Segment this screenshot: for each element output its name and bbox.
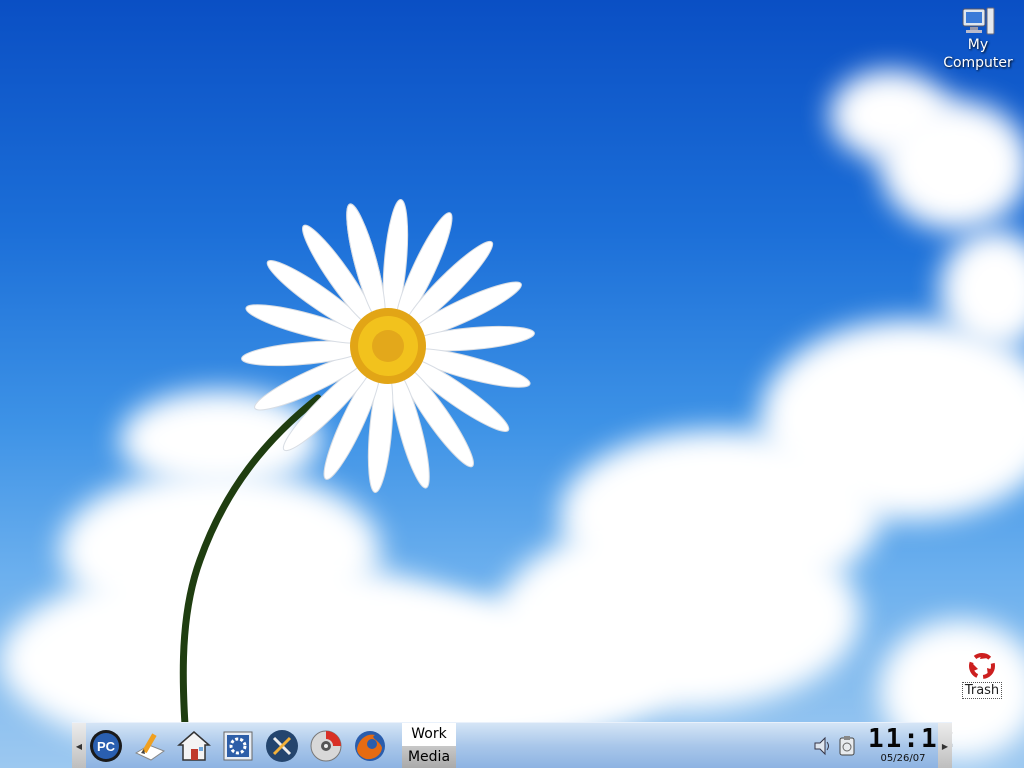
tools-icon	[266, 730, 298, 762]
recycle-icon	[969, 653, 995, 679]
media-player-launcher[interactable]	[308, 728, 344, 764]
clipboard-tray-button[interactable]	[836, 735, 858, 757]
arrow-left-icon: ◀	[75, 741, 83, 751]
daisy-flower-image	[179, 199, 535, 768]
text-editor-launcher[interactable]	[132, 728, 168, 764]
clock-date: 05/26/07	[880, 753, 926, 764]
desktop-wallpaper	[0, 0, 1024, 768]
desktop-pager: Work Media	[402, 723, 456, 768]
taskbar: ◀ PC Work Media 11:12 05/26/07 ▶	[72, 722, 957, 768]
clock-time: 11:12	[868, 724, 957, 754]
my-computer-label: My Computer	[943, 37, 1013, 71]
taskbar-clock[interactable]: 11:12 05/26/07	[868, 724, 957, 768]
disc-icon	[310, 730, 342, 762]
my-computer-desktop-icon[interactable]: My Computer	[936, 6, 1020, 72]
firefox-icon	[355, 731, 385, 761]
home-folder-launcher[interactable]	[176, 728, 212, 764]
control-panel-icon	[223, 731, 253, 761]
svg-text:PC: PC	[97, 739, 116, 754]
pager-desktop-work[interactable]: Work	[402, 723, 456, 746]
volume-tray-button[interactable]	[812, 735, 834, 757]
trash-desktop-icon[interactable]: Trash	[956, 650, 1008, 699]
panel-hide-right-button[interactable]: ▶	[938, 723, 952, 768]
clipboard-icon	[839, 736, 855, 756]
speaker-icon	[814, 736, 829, 756]
pencil-paper-icon	[134, 733, 166, 761]
arrow-right-icon: ▶	[941, 741, 949, 751]
trash-label: Trash	[961, 682, 1003, 699]
system-tools-launcher[interactable]	[264, 728, 300, 764]
firefox-launcher[interactable]	[352, 728, 388, 764]
computer-icon	[962, 7, 995, 35]
pc-menu-button[interactable]: PC	[88, 728, 124, 764]
control-center-launcher[interactable]	[220, 728, 256, 764]
panel-hide-left-button[interactable]: ◀	[72, 723, 86, 768]
pc-start-icon: PC	[90, 730, 122, 762]
home-icon	[177, 731, 211, 761]
pager-desktop-media[interactable]: Media	[402, 746, 456, 768]
